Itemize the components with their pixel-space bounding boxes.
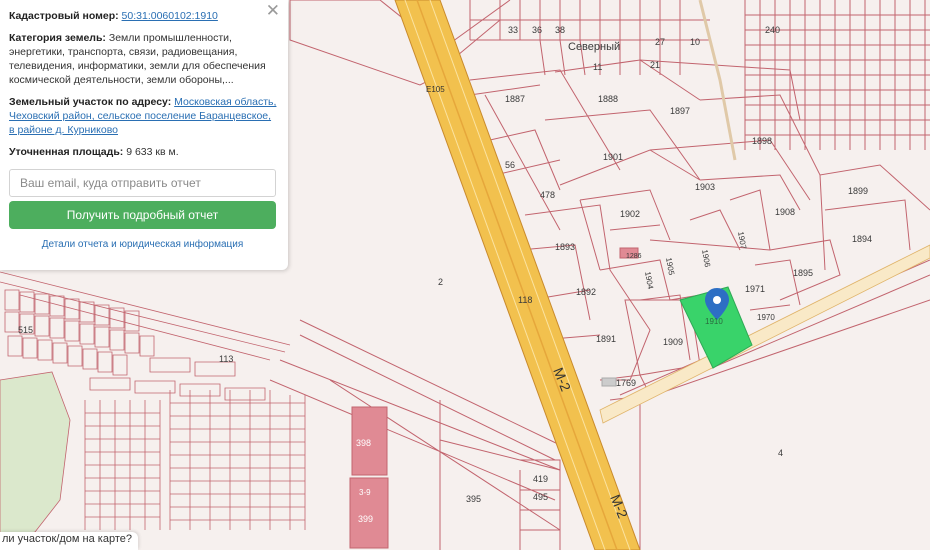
parcel-label: 419	[533, 474, 548, 484]
parcel-label: 3-9	[359, 488, 371, 497]
parcel-label: 395	[466, 494, 481, 504]
parcel-label: 1909	[663, 337, 683, 347]
parcel-label: 27	[655, 37, 665, 47]
address-label: Земельный участок по адресу:	[9, 96, 172, 108]
cadastral-number-row: Кадастровый номер: 50:31:0060102:1910	[9, 9, 278, 23]
parcel-label: 515	[18, 325, 33, 335]
parcel-label: 399	[358, 514, 373, 524]
parcel-label: 38	[555, 25, 565, 35]
parcel-label: 1286	[626, 253, 642, 260]
area-row: Уточненная площадь: 9 633 кв м.	[9, 145, 278, 159]
parcel-label: 56	[505, 160, 515, 170]
parcel-label: 1970	[757, 313, 775, 322]
close-icon[interactable]: ✕	[266, 2, 280, 20]
parcel-label: 1894	[852, 234, 872, 244]
parcel-label: 36	[532, 25, 542, 35]
parcel-label: 1899	[848, 186, 868, 196]
report-details-link[interactable]: Детали отчета и юридическая информация	[9, 238, 276, 252]
parcel-label: 1888	[598, 94, 618, 104]
address-row: Земельный участок по адресу: Московская …	[9, 95, 278, 137]
parcel-label: 1897	[670, 106, 690, 116]
area-label: Уточненная площадь:	[9, 146, 124, 158]
parcel-label: 21	[650, 60, 660, 70]
parcel-label: 33	[508, 25, 518, 35]
parcel-label: 11	[593, 62, 602, 72]
parcel-info-panel: ✕ Кадастровый номер: 50:31:0060102:1910 …	[0, 0, 288, 270]
village-label: Северный	[568, 41, 620, 53]
get-report-button[interactable]: Получить подробный отчет	[9, 201, 276, 229]
parcel-label: 1910	[705, 317, 723, 326]
parcel-label: 398	[356, 438, 371, 448]
parcel-label: 2	[438, 277, 443, 287]
land-category-label: Категория земель:	[9, 32, 106, 44]
parcel-label: 1902	[620, 209, 640, 219]
parcel-label: 1971	[745, 284, 765, 294]
land-category-row: Категория земель: Земли промышленности, …	[9, 31, 278, 87]
parcel-label: 113	[219, 354, 233, 364]
parcel-label: 478	[540, 190, 555, 200]
road-e105-label: E105	[426, 85, 445, 94]
parcel-label: 495	[533, 492, 548, 502]
parcel-label: 1893	[555, 242, 575, 252]
cadastral-number-link[interactable]: 50:31:0060102:1910	[122, 10, 218, 22]
parcel-label: 1891	[596, 334, 616, 344]
email-input[interactable]	[9, 169, 276, 197]
parcel-label: 4	[778, 448, 783, 458]
parcel-label: 1908	[775, 207, 795, 217]
cadastral-number-label: Кадастровый номер:	[9, 10, 119, 22]
parcel-label: 1895	[793, 268, 813, 278]
parcel-label: 1769	[616, 378, 636, 388]
area-value: 9 633 кв м.	[126, 146, 179, 158]
parcel-label: 1898	[752, 136, 772, 146]
parcel-label: 1887	[505, 94, 525, 104]
parcel-label: 240	[765, 25, 780, 35]
parcel-label: 1903	[695, 182, 715, 192]
parcel-label: 10	[690, 37, 700, 47]
parcel-label: 1901	[603, 152, 623, 162]
bottom-question-bar[interactable]: ли участок/дом на карте?	[0, 532, 138, 550]
parcel-label: 118	[518, 295, 532, 305]
parcel-label: 1892	[576, 287, 596, 297]
